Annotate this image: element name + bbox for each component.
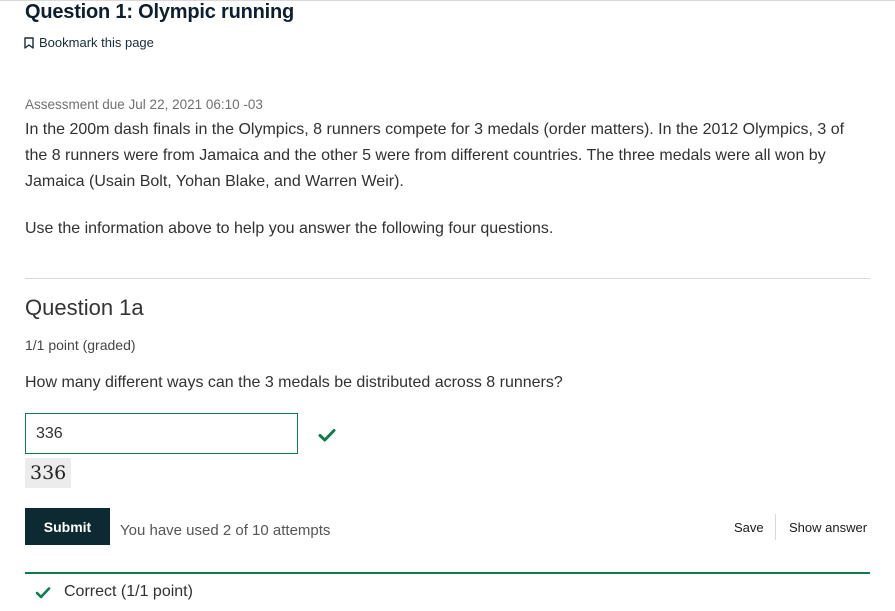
status-text: Correct (1/1 point) [64, 583, 193, 600]
page-title: Question 1: Olympic running [25, 1, 295, 23]
question-prompt: How many different ways can the 3 medals… [25, 374, 563, 391]
instruction-text: Use the information above to help you an… [25, 220, 554, 237]
problem-intro: In the 200m dash finals in the Olympics,… [25, 117, 845, 242]
intro-paragraph: In the 200m dash finals in the Olympics,… [25, 121, 845, 190]
bookmark-label: Bookmark this page [39, 35, 154, 50]
status-divider [25, 572, 870, 574]
bookmark-button[interactable]: Bookmark this page [24, 35, 154, 50]
submit-button[interactable]: Submit [25, 508, 110, 545]
bookmark-icon [24, 36, 34, 49]
points-label: 1/1 point (graded) [25, 337, 136, 353]
action-separator [775, 514, 776, 540]
attempts-text: You have used 2 of 10 attempts [120, 522, 331, 539]
save-button[interactable]: Save [734, 520, 764, 535]
answer-preview: 336 [25, 458, 72, 488]
answer-input[interactable] [25, 413, 298, 454]
checkmark-icon [318, 429, 336, 442]
section-divider [25, 278, 870, 279]
status-message: Correct (1/1 point) [35, 583, 193, 601]
question-heading: Question 1a [25, 295, 144, 320]
show-answer-button[interactable]: Show answer [789, 520, 867, 535]
due-date: Assessment due Jul 22, 2021 06:10 -03 [25, 97, 263, 112]
checkmark-icon [35, 586, 51, 598]
